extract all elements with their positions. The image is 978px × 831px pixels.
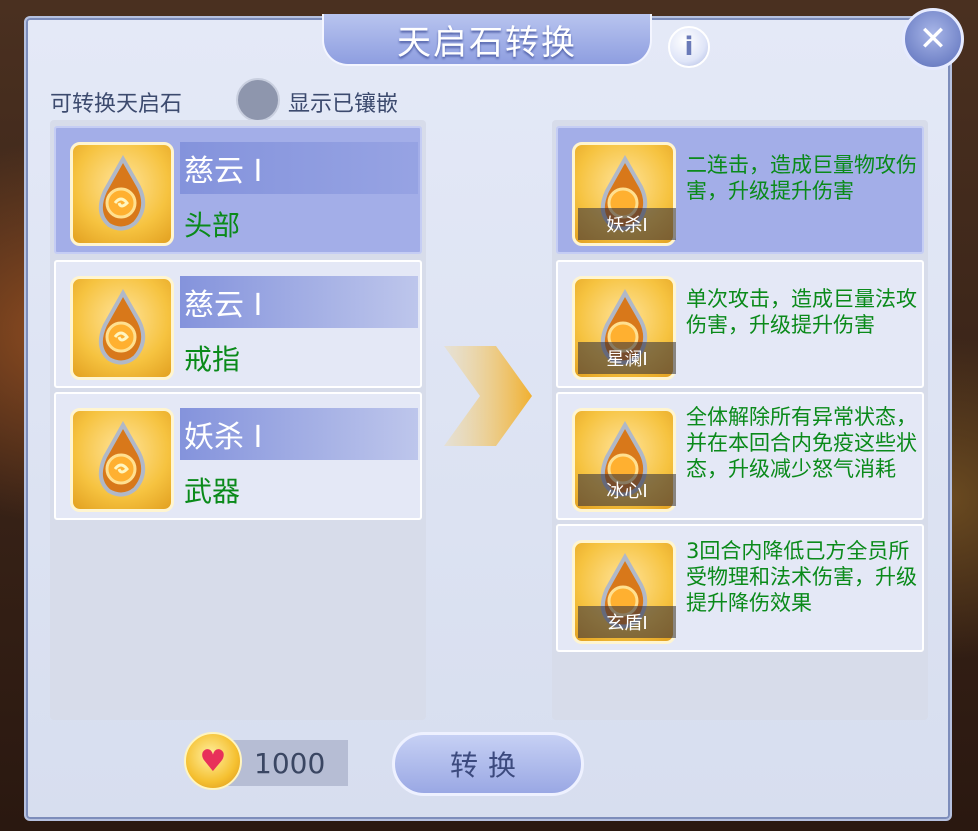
item-description: 3回合内降低己方全员所受物理和法术伤害，升级提升降伤效果	[686, 539, 917, 615]
item-caption: 冰心Ⅰ	[578, 474, 676, 506]
target-item[interactable]: 冰心Ⅰ 全体解除所有异常状态，并在本回合内免疫这些状态，升级减少怒气消耗	[556, 392, 924, 520]
item-name: 慈云 Ⅰ	[184, 288, 263, 323]
target-item[interactable]: 玄盾Ⅰ 3回合内降低己方全员所受物理和法术伤害，升级提升降伤效果	[556, 524, 924, 652]
target-stone-list[interactable]: 妖杀Ⅰ 二连击，造成巨量物攻伤害，升级提升伤害 星澜Ⅰ 单次攻击，造成巨量法攻伤…	[552, 120, 928, 720]
currency-amount: 1000	[254, 746, 326, 780]
stone-icon: 妖杀Ⅰ	[572, 142, 676, 246]
filter-label: 可转换天启石	[50, 92, 183, 117]
item-caption: 星澜Ⅰ	[578, 342, 676, 374]
target-item[interactable]: 妖杀Ⅰ 二连击，造成巨量物攻伤害，升级提升伤害	[556, 126, 924, 254]
stone-icon	[70, 408, 174, 512]
item-slot: 头部	[184, 209, 241, 242]
item-slot: 戒指	[184, 343, 241, 376]
source-item[interactable]: 慈云 Ⅰ 戒指	[54, 260, 422, 388]
page-title: 天启石转换	[397, 22, 577, 63]
source-item[interactable]: 妖杀 Ⅰ 武器	[54, 392, 422, 520]
heart-coin-icon: ♥	[184, 732, 242, 790]
show-inlaid-toggle[interactable]	[236, 78, 280, 122]
title-bar: 天启石转换	[322, 14, 652, 66]
source-stone-list[interactable]: 慈云 Ⅰ 头部 慈云 Ⅰ 戒指 妖杀 Ⅰ 武器	[50, 120, 426, 720]
stone-icon: 玄盾Ⅰ	[572, 540, 676, 644]
stone-icon	[70, 142, 174, 246]
item-caption: 玄盾Ⅰ	[578, 606, 676, 638]
stone-icon: 冰心Ⅰ	[572, 408, 676, 512]
close-button[interactable]: ✕	[902, 8, 964, 70]
show-inlaid-label: 显示已镶嵌	[288, 92, 399, 117]
item-name-bar: 慈云 Ⅰ	[180, 142, 418, 194]
convert-arrow-icon	[444, 346, 532, 446]
source-item[interactable]: 慈云 Ⅰ 头部	[54, 126, 422, 254]
convert-button[interactable]: 转换	[392, 732, 584, 796]
target-item[interactable]: 星澜Ⅰ 单次攻击，造成巨量法攻伤害，升级提升伤害	[556, 260, 924, 388]
item-description: 二连击，造成巨量物攻伤害，升级提升伤害	[686, 153, 917, 203]
item-name-bar: 慈云 Ⅰ	[180, 276, 418, 328]
item-caption: 妖杀Ⅰ	[578, 208, 676, 240]
item-description: 全体解除所有异常状态，并在本回合内免疫这些状态，升级减少怒气消耗	[686, 405, 917, 481]
stone-icon: 星澜Ⅰ	[572, 276, 676, 380]
item-description: 单次攻击，造成巨量法攻伤害，升级提升伤害	[686, 287, 917, 337]
item-slot: 武器	[184, 475, 241, 508]
close-icon: ✕	[918, 19, 948, 59]
stone-icon	[70, 276, 174, 380]
item-name: 妖杀 Ⅰ	[184, 420, 263, 455]
convert-button-label: 转换	[449, 749, 526, 782]
info-button[interactable]: i	[668, 26, 710, 68]
item-name: 慈云 Ⅰ	[184, 154, 263, 189]
item-name-bar: 妖杀 Ⅰ	[180, 408, 418, 460]
info-icon: i	[684, 32, 694, 62]
